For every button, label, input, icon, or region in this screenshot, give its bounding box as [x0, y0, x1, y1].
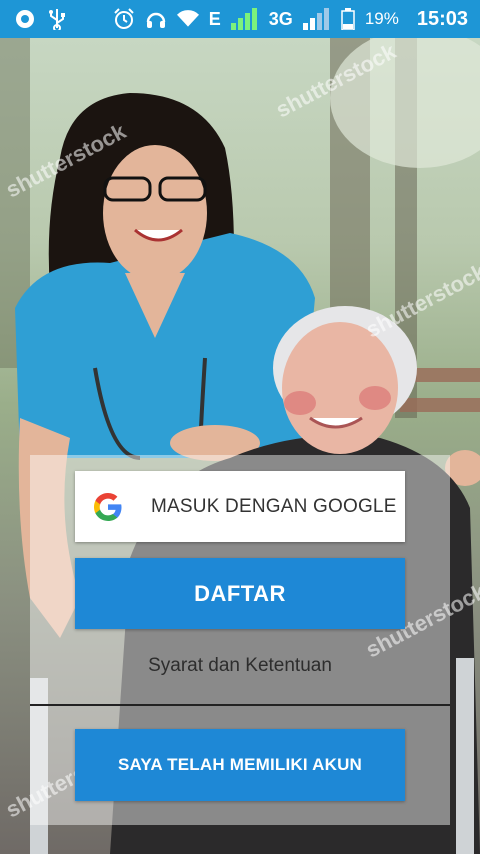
- record-icon: [14, 8, 36, 30]
- signal-icon: [302, 8, 331, 30]
- terms-link[interactable]: Syarat dan Ketentuan: [0, 655, 480, 677]
- headset-icon: [145, 8, 167, 30]
- usb-icon: [46, 8, 68, 30]
- network-e-label: E: [208, 8, 221, 29]
- google-signin-button[interactable]: MASUK DENGAN GOOGLE: [75, 471, 405, 542]
- signal-icon: [230, 8, 259, 30]
- clock: 15:03: [416, 7, 468, 30]
- battery-icon: [341, 8, 355, 30]
- status-left: [14, 8, 68, 30]
- network-3g-label: 3G: [268, 8, 293, 29]
- google-logo-icon: [94, 492, 122, 521]
- status-bar: E 3G 19% 15:03: [0, 0, 480, 38]
- battery-percent: 19%: [364, 9, 399, 28]
- status-right: E 3G 19% 15:03: [113, 8, 468, 31]
- existing-account-button[interactable]: SAYA TELAH MEMILIKI AKUN: [75, 729, 405, 801]
- divider: [30, 704, 450, 706]
- register-button[interactable]: DAFTAR: [75, 558, 405, 629]
- google-signin-label: MASUK DENGAN GOOGLE: [151, 495, 397, 517]
- alarm-icon: [113, 8, 135, 30]
- wifi-icon: [176, 8, 199, 30]
